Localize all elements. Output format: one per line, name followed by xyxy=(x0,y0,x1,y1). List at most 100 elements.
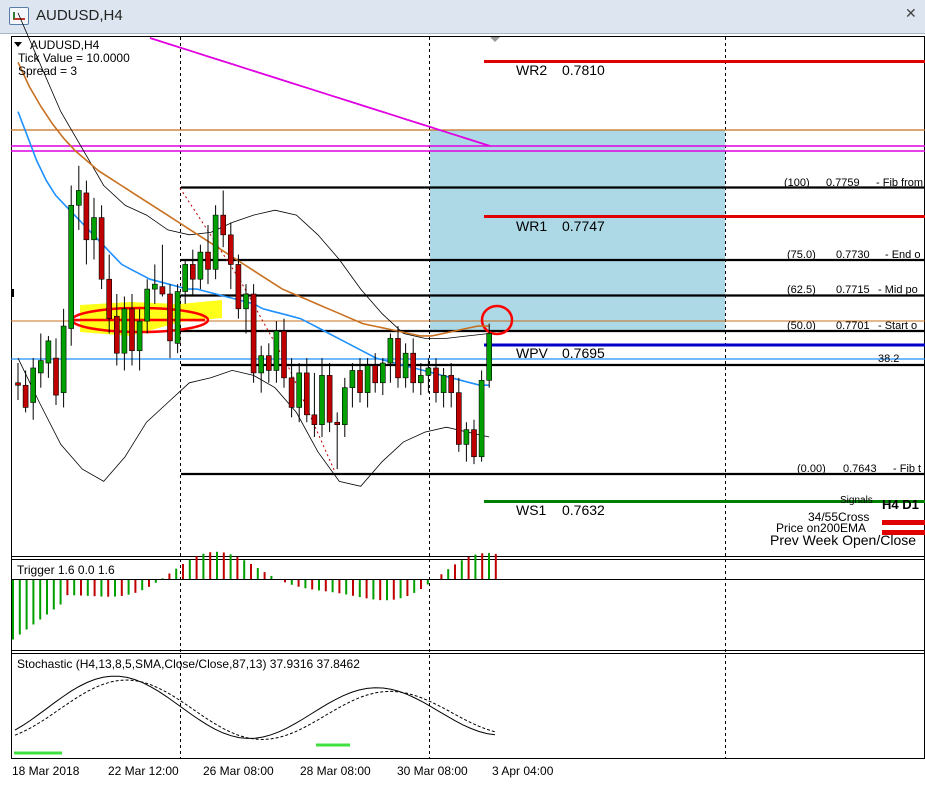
candle-body xyxy=(455,392,462,445)
candle-body xyxy=(220,214,226,236)
candle-body xyxy=(159,286,166,295)
candle-body xyxy=(395,338,401,379)
candle-body xyxy=(425,367,432,376)
candle-body xyxy=(417,375,424,384)
candle-body xyxy=(448,375,455,393)
fib-625-value: 0.7715 xyxy=(836,284,870,296)
candle-body xyxy=(410,352,417,384)
info-tick-value: Tick Value = 10.0000 xyxy=(18,51,130,65)
candle-body xyxy=(311,414,318,425)
fib-0-note: - Fib t xyxy=(893,463,921,475)
candle-body xyxy=(228,234,234,265)
wpv-value: 0.7695 xyxy=(562,345,605,361)
fib-100-value: 0.7759 xyxy=(826,177,860,189)
candle-body xyxy=(258,355,265,374)
candle-body xyxy=(182,264,188,292)
candle-body xyxy=(190,264,196,280)
x-label-2: 26 Mar 08:00 xyxy=(203,764,274,778)
candle-body xyxy=(303,372,310,416)
candle-body xyxy=(136,320,143,352)
shift-marker-icon[interactable] xyxy=(490,37,500,42)
fib-50-pct: (50.0) xyxy=(787,320,816,332)
stochastic-lines xyxy=(14,675,496,755)
fib-50-value: 0.7701 xyxy=(836,320,870,332)
candle-body xyxy=(60,325,67,393)
candle-body xyxy=(341,387,348,425)
candle-body xyxy=(144,288,150,322)
fib-0-pct: (0.00) xyxy=(797,463,826,475)
candle-body xyxy=(372,365,379,384)
candle-body xyxy=(235,264,242,310)
candle-body xyxy=(205,251,211,270)
candle-body xyxy=(152,283,158,290)
candle-body xyxy=(212,214,219,270)
stoch-main-line xyxy=(14,675,496,739)
x-label-1: 22 Mar 12:00 xyxy=(108,764,179,778)
candle-body xyxy=(114,315,120,354)
x-label-3: 28 Mar 08:00 xyxy=(300,764,371,778)
fib-100-note: - Fib from xyxy=(876,177,923,189)
fib-625-note: - Mid po xyxy=(878,284,918,296)
candle-body xyxy=(478,380,485,458)
bollinger-bands xyxy=(17,12,490,487)
wr2-label: WR2 xyxy=(516,62,547,78)
fib-0-value: 0.7643 xyxy=(843,463,877,475)
ws1-value: 0.7632 xyxy=(562,502,605,518)
scroll-marker-icon[interactable] xyxy=(11,289,14,297)
candle-body xyxy=(265,355,272,371)
fib-100-pct: (100) xyxy=(784,177,810,189)
candle-body xyxy=(379,362,386,384)
candle-body xyxy=(45,340,52,364)
candle-body xyxy=(98,217,105,280)
stochastic-label: Stochastic (H4,13,8,5,SMA,Close/Close,87… xyxy=(17,657,360,671)
x-label-4: 30 Mar 08:00 xyxy=(397,764,468,778)
candle-body xyxy=(387,338,394,364)
candle-body xyxy=(288,377,295,408)
fib-75-value: 0.7730 xyxy=(836,249,870,261)
x-label-5: 3 Apr 04:00 xyxy=(492,764,554,778)
wpv-label: WPV xyxy=(516,345,549,361)
candle-body xyxy=(243,293,249,310)
candle-body xyxy=(471,429,477,458)
candle-body xyxy=(349,370,356,389)
candle-body xyxy=(53,357,59,396)
candle-body xyxy=(83,192,90,241)
signals-title: Signals xyxy=(840,495,873,506)
candle-body xyxy=(433,367,439,393)
candle-body xyxy=(334,421,341,425)
fib-625-pct: (62.5) xyxy=(787,284,816,296)
candle-body xyxy=(91,217,97,241)
candle-body xyxy=(76,190,82,206)
candle-body xyxy=(402,352,409,379)
candle-body xyxy=(319,375,325,425)
candle-body xyxy=(364,365,371,393)
fib-75-pct: (75.0) xyxy=(787,249,816,261)
price-chart[interactable]: AUDUSD,H4 Tick Value = 10.0000 Spread = … xyxy=(0,0,925,785)
candle-body xyxy=(463,429,470,445)
wr1-label: WR1 xyxy=(516,218,547,234)
candle-body xyxy=(106,278,112,319)
info-symbol: AUDUSD,H4 xyxy=(30,38,100,52)
candle-body xyxy=(273,330,280,371)
candle-body xyxy=(121,308,128,354)
candle-body xyxy=(68,204,74,329)
fib-50-note: - Start o xyxy=(878,320,917,332)
wr2-value: 0.7810 xyxy=(562,62,605,78)
candle-body xyxy=(129,308,135,352)
collapse-icon[interactable] xyxy=(14,42,22,47)
x-label-0: 18 Mar 2018 xyxy=(12,764,80,778)
candle-body xyxy=(296,372,303,408)
stoch-signal-line xyxy=(14,679,496,741)
ws1-label: WS1 xyxy=(516,502,547,518)
candle-body xyxy=(486,333,493,381)
info-spread: Spread = 3 xyxy=(18,64,77,78)
signal-bar-prevweek xyxy=(882,530,925,535)
candle-body xyxy=(281,330,287,379)
candle-body xyxy=(37,360,44,374)
signals-tf-header: H4 D1 xyxy=(882,497,919,512)
candle-body xyxy=(167,293,173,342)
signal-bar-ema xyxy=(882,520,925,525)
candle-body xyxy=(22,384,29,408)
candle-body xyxy=(250,293,257,374)
candle-body xyxy=(15,382,21,386)
